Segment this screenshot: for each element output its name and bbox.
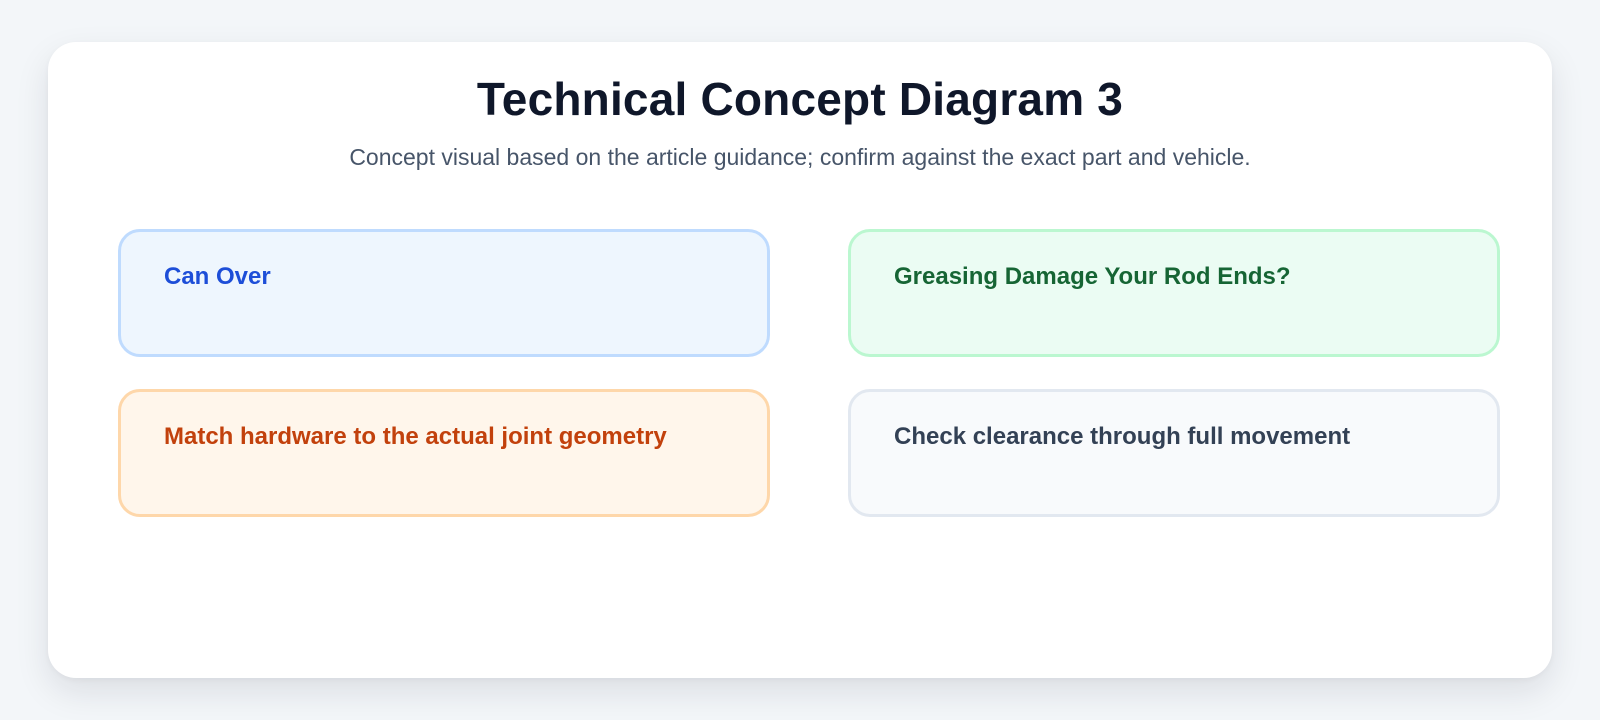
concept-box-greasing-damage: Greasing Damage Your Rod Ends? <box>848 229 1500 357</box>
concept-box-match-hardware: Match hardware to the actual joint geome… <box>118 389 770 517</box>
concept-box-label: Greasing Damage Your Rod Ends? <box>894 263 1291 290</box>
diagram-card: Technical Concept Diagram 3 Concept visu… <box>48 42 1552 678</box>
diagram-title: Technical Concept Diagram 3 <box>476 73 1124 125</box>
concept-box-label: Can Over <box>164 263 271 290</box>
diagram-subtitle: Concept visual based on the article guid… <box>349 144 1251 170</box>
concept-box-label: Check clearance through full movement <box>894 423 1351 450</box>
concept-box-can-over: Can Over <box>118 229 770 357</box>
concept-box-check-clearance: Check clearance through full movement <box>848 389 1500 517</box>
concept-box-label: Match hardware to the actual joint geome… <box>164 423 667 450</box>
